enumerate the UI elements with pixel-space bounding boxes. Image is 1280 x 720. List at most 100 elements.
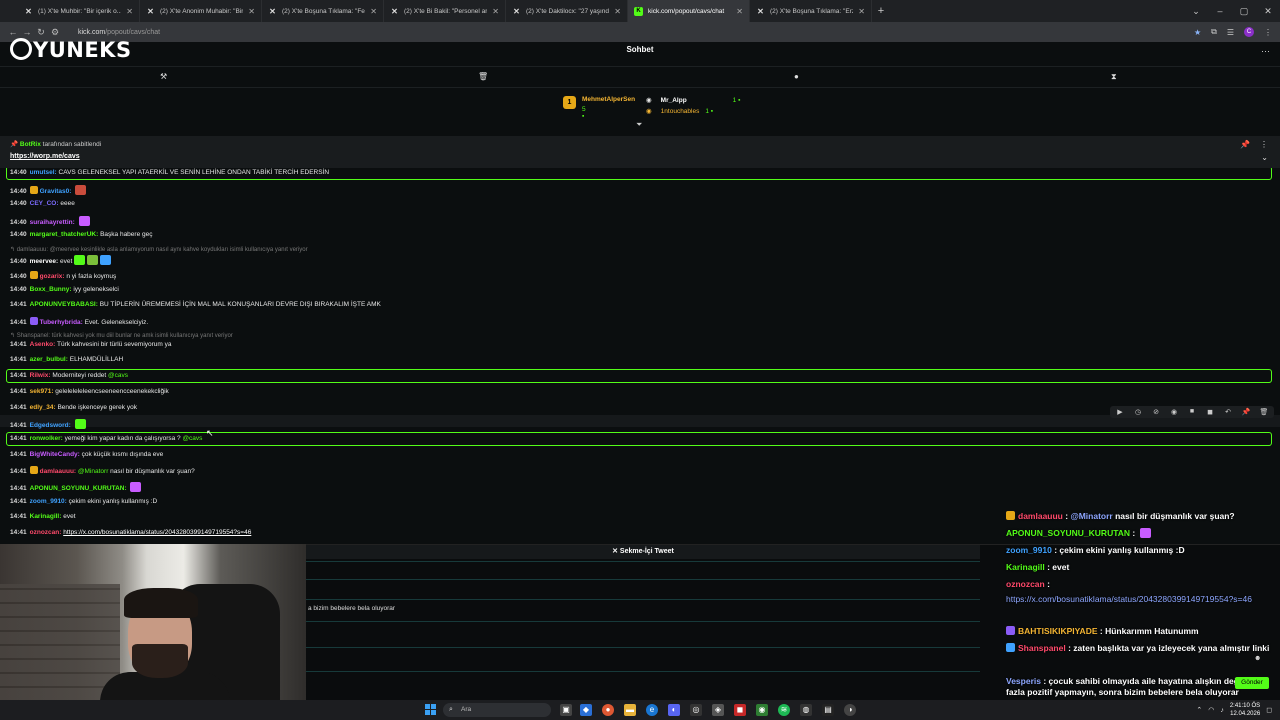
message-username[interactable]: umutsel: [30,169,57,176]
profile-avatar[interactable]: C [1244,27,1254,37]
extensions-icon[interactable]: ⧉ [1211,27,1217,37]
message-username[interactable]: damlaauuu: [40,468,76,475]
notification-icon[interactable]: ◻ [1266,706,1272,714]
unpin-icon[interactable]: 📌 [1240,140,1250,149]
tweet-panel-header[interactable]: ✕ Sekme-İçi Tweet [306,545,980,559]
trash-icon[interactable]: 🗑 [1258,408,1270,416]
close-tab-icon[interactable]: ✕ [370,7,377,16]
back-icon[interactable]: ← [6,27,20,37]
message-username[interactable]: Tuberhybrida: [40,319,83,326]
message-username[interactable]: Asenko: [30,341,56,348]
message-username[interactable]: Gravitas0: [40,188,72,195]
copilot-icon[interactable]: ◆ [580,704,592,716]
message-username[interactable]: gozarix: [40,273,65,280]
pinned-link[interactable]: https://worp.me/cavs [10,153,80,160]
message-username[interactable]: Karinagill: [30,513,62,520]
square-icon[interactable]: ■ [1186,408,1198,416]
wifi-icon[interactable]: ◠ [1208,706,1214,714]
slash-icon[interactable]: ⊘ [1150,408,1162,416]
clock-icon[interactable]: ◷ [1132,408,1144,416]
browser-tab[interactable]: ✕ (2) X'te Boşuna Tıklama: "Fenom... ✕ [262,0,384,22]
chat-menu-icon[interactable]: ⋯ [1261,46,1270,57]
message-mention[interactable]: @cavs [108,372,128,379]
message-username[interactable]: zoom_9910: [30,498,67,505]
spotify-icon[interactable]: ≋ [778,704,790,716]
app-icon[interactable]: ◈ [712,704,724,716]
sidebar-icon[interactable]: ☰ [1227,28,1234,37]
message-username[interactable]: APONUNVEYBABASI: [30,301,98,308]
emoji-icon[interactable]: ☻ [1254,655,1261,662]
message-username[interactable]: sek971: [30,388,54,395]
trash-icon[interactable]: 🗑 [478,72,488,81]
expand-pinned-icon[interactable]: ⌄ [1261,153,1268,162]
minimize-button[interactable]: – [1208,6,1232,16]
close-tab-icon[interactable]: ✕ [126,7,133,16]
new-tab-button[interactable]: + [872,5,890,17]
message-username[interactable]: margaret_thatcherUK: [30,231,99,238]
message-mention[interactable]: @Minatorr [78,468,108,475]
discord-icon[interactable]: ◐ [668,704,680,716]
undo-icon[interactable]: ↶ [1222,408,1234,416]
site-info-icon[interactable]: ⚙ [48,27,62,38]
message-username[interactable]: BigWhiteCandy: [30,451,80,458]
leader-first-name[interactable]: MehmetAlperSen [582,96,635,103]
hourglass-icon[interactable]: ⧗ [1111,72,1117,82]
leader-third-name[interactable]: 1ntouchables [661,108,700,115]
tab-search-icon[interactable]: ⌄ [1184,6,1208,17]
browser-tab[interactable]: Kkick.com/popout/cavs/chat ✕ [628,0,750,22]
browser-tab[interactable]: ✕ (2) X'te Anonim Muhabir: "Bir g... ✕ [140,0,262,22]
url-field[interactable]: kick.com/popout/cavs/chat [78,29,1194,36]
bookmark-star-icon[interactable]: ★ [1194,28,1201,37]
file-explorer-icon[interactable]: ▬ [624,704,636,716]
reload-icon[interactable]: ↻ [34,27,48,38]
app-icon[interactable]: ◉ [756,704,768,716]
leader-second-name[interactable]: Mr_Alpp [661,97,687,104]
app-icon[interactable]: ◑ [844,704,856,716]
message-username[interactable]: Boxx_Bunny: [30,286,72,293]
message-username[interactable]: meervee: [30,258,59,265]
app-icon[interactable]: ◼ [734,704,746,716]
collapse-leaderboard-icon[interactable]: ⏷ [636,120,642,130]
play-icon[interactable]: ▶ [1114,408,1126,416]
pin-icon[interactable]: 📌 [1240,408,1252,416]
browser-tab[interactable]: ✕ (2) X'te Daktilocx: "27 yaşındayı... ✕ [506,0,628,22]
close-tab-icon[interactable]: ✕ [858,7,865,16]
maximize-button[interactable]: ▢ [1232,6,1256,17]
message-username[interactable]: Edgedsword: [30,422,71,429]
message-username[interactable]: ronwolker: [30,435,63,442]
windows-start-icon[interactable] [425,704,436,715]
circle-icon[interactable]: ◉ [1168,408,1180,416]
chrome-icon[interactable]: ● [602,704,614,716]
browser-tab[interactable]: ✕ (2) X'te Boşuna Tıklama: "Erzurum... ✕ [750,0,872,22]
task-view-icon[interactable]: ▣ [560,704,572,716]
browser-menu-icon[interactable]: ⋮ [1264,28,1272,37]
message-username[interactable]: suraihayrettin: [30,219,75,226]
pinned-by-user[interactable]: BotRix [20,141,41,148]
tray-overflow-icon[interactable]: ⌃ [1196,706,1202,714]
volume-icon[interactable]: ♪ [1220,707,1224,714]
close-tab-icon[interactable]: ✕ [736,7,743,16]
forward-icon[interactable]: → [20,27,34,37]
message-username[interactable]: azer_bulbul: [30,356,68,363]
message-link[interactable]: https://x.com/bosunatiklama/status/20432… [63,529,251,536]
steam-icon[interactable]: ◎ [690,704,702,716]
close-tab-icon[interactable]: ✕ [492,7,499,16]
taskbar-search[interactable]: ⌕ Ara [443,703,551,717]
message-username[interactable]: oznozcan: [30,529,62,536]
gavel-icon[interactable]: ⚒ [160,72,167,81]
message-username[interactable]: CEY_CO: [30,200,59,207]
app-icon[interactable]: ▤ [822,704,834,716]
browser-tab[interactable]: ✕ (1) X'te Muhbir: "Bir içerik o... ✕ [18,0,140,22]
close-tab-icon[interactable]: ✕ [248,7,255,16]
message-mention[interactable]: @cavs [182,435,202,442]
message-username[interactable]: edly_34: [30,404,56,411]
obs-icon[interactable]: ◍ [800,704,812,716]
send-button[interactable]: Gönder [1235,677,1269,689]
pinned-options-icon[interactable]: ⋮ [1260,140,1268,149]
close-tab-icon[interactable]: ✕ [614,7,621,16]
clock[interactable]: 2:41:10 ÖS 12.04.2026 [1230,702,1260,718]
edge-icon[interactable]: e [646,704,658,716]
stop-icon[interactable]: ◼ [1204,408,1216,416]
browser-tab[interactable]: ✕ (2) X'te Bi Bakil: "Personel arasın... ✕ [384,0,506,22]
overlay-link[interactable]: https://x.com/bosunatiklama/status/20432… [1006,594,1252,604]
